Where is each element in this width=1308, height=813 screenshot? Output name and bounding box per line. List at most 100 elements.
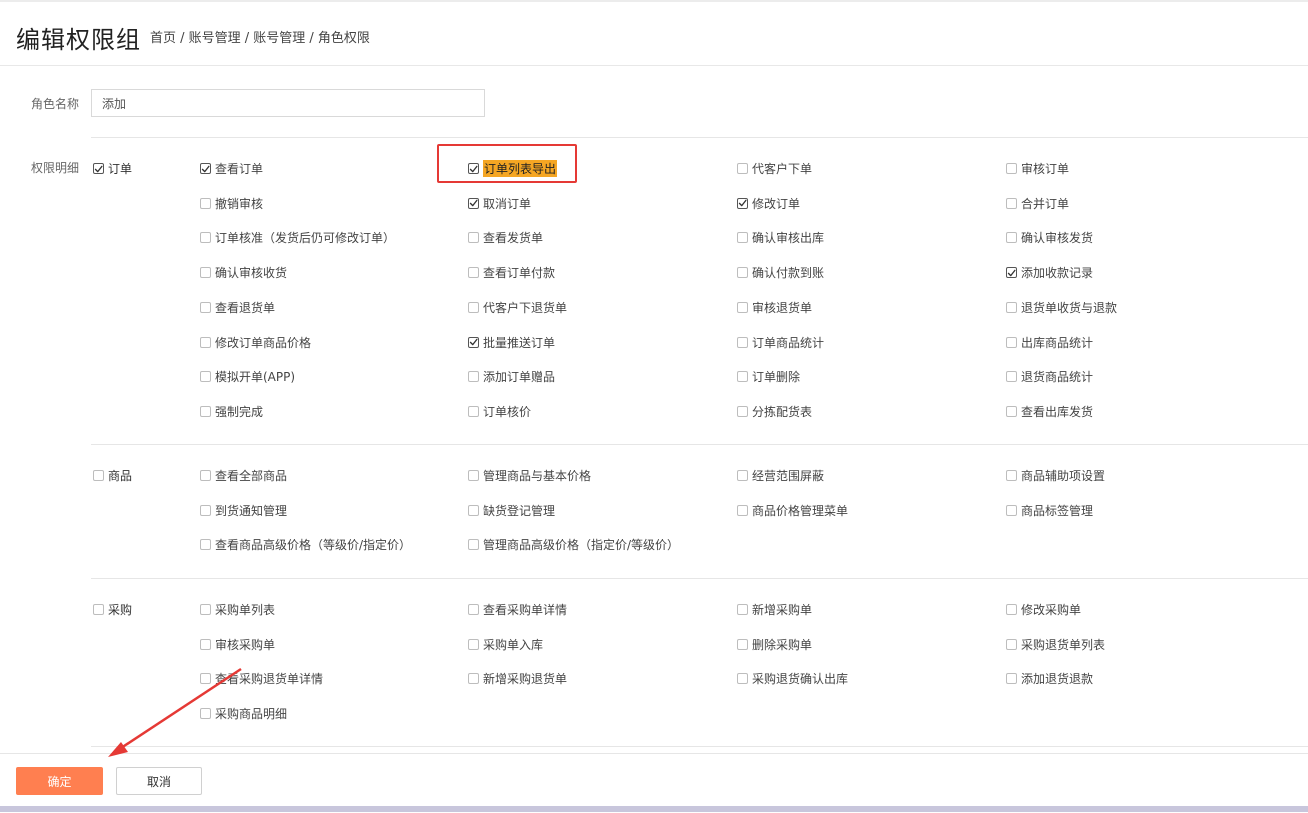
checkbox-empty-icon[interactable] [737, 604, 748, 615]
permission-checkbox[interactable]: 订单列表导出 [468, 160, 558, 177]
checkbox-empty-icon[interactable] [200, 604, 211, 615]
permission-checkbox[interactable]: 查看订单 [200, 160, 263, 177]
permission-checkbox[interactable]: 采购商品明细 [200, 705, 287, 722]
checkbox-empty-icon[interactable] [468, 301, 479, 313]
permission-checkbox[interactable]: 退货单收货与退款 [1006, 299, 1117, 316]
checkbox-empty-icon[interactable] [200, 470, 211, 481]
permission-checkbox[interactable]: 商品价格管理菜单 [737, 502, 848, 519]
checkbox-empty-icon[interactable] [1006, 163, 1017, 174]
checkbox-empty-icon[interactable] [737, 504, 748, 516]
checkbox-empty-icon[interactable] [468, 470, 479, 481]
checkbox-empty-icon[interactable] [737, 673, 748, 685]
permission-checkbox[interactable]: 批量推送订单 [468, 334, 555, 351]
checkbox-empty-icon[interactable] [200, 673, 211, 685]
permission-checkbox[interactable]: 缺货登记管理 [468, 502, 555, 519]
checkbox-empty-icon[interactable] [200, 232, 211, 244]
permission-checkbox[interactable]: 确认审核发货 [1006, 229, 1093, 246]
group-checkbox-product[interactable]: 商品 [93, 467, 132, 484]
checkbox-empty-icon[interactable] [200, 638, 211, 650]
checkbox-checked-icon[interactable] [93, 163, 104, 174]
checkbox-empty-icon[interactable] [737, 232, 748, 244]
checkbox-empty-icon[interactable] [737, 405, 748, 417]
checkbox-empty-icon[interactable] [468, 232, 479, 244]
permission-checkbox[interactable]: 查看商品高级价格（等级价/指定价） [200, 536, 411, 553]
checkbox-empty-icon[interactable] [1006, 638, 1017, 650]
permission-checkbox[interactable]: 查看退货单 [200, 299, 275, 316]
permission-checkbox[interactable]: 修改订单 [737, 195, 800, 212]
permission-checkbox[interactable]: 采购退货确认出库 [737, 670, 848, 687]
permission-checkbox[interactable]: 合并订单 [1006, 195, 1069, 212]
permission-checkbox[interactable]: 删除采购单 [737, 636, 812, 653]
cancel-button[interactable]: 取消 [116, 767, 202, 795]
permission-checkbox[interactable]: 采购单入库 [468, 636, 543, 653]
permission-checkbox[interactable]: 查看全部商品 [200, 467, 287, 484]
permission-checkbox[interactable]: 修改采购单 [1006, 601, 1081, 618]
permission-checkbox[interactable]: 查看订单付款 [468, 264, 555, 281]
checkbox-empty-icon[interactable] [1006, 197, 1017, 209]
checkbox-checked-icon[interactable] [1006, 267, 1017, 279]
checkbox-empty-icon[interactable] [737, 638, 748, 650]
checkbox-empty-icon[interactable] [468, 638, 479, 650]
permission-checkbox[interactable]: 修改订单商品价格 [200, 334, 311, 351]
permission-checkbox[interactable]: 商品辅助项设置 [1006, 467, 1105, 484]
checkbox-checked-icon[interactable] [468, 163, 479, 174]
checkbox-empty-icon[interactable] [468, 267, 479, 279]
checkbox-empty-icon[interactable] [1006, 371, 1017, 383]
permission-checkbox[interactable]: 新增采购退货单 [468, 670, 567, 687]
permission-checkbox[interactable]: 确认付款到账 [737, 264, 824, 281]
checkbox-empty-icon[interactable] [200, 336, 211, 348]
checkbox-empty-icon[interactable] [737, 336, 748, 348]
permission-checkbox[interactable]: 查看出库发货 [1006, 403, 1093, 420]
checkbox-empty-icon[interactable] [200, 301, 211, 313]
checkbox-empty-icon[interactable] [1006, 301, 1017, 313]
permission-checkbox[interactable]: 添加退货退款 [1006, 670, 1093, 687]
permission-checkbox[interactable]: 到货通知管理 [200, 502, 287, 519]
checkbox-empty-icon[interactable] [200, 267, 211, 279]
checkbox-empty-icon[interactable] [200, 371, 211, 383]
permission-checkbox[interactable]: 订单核准（发货后仍可修改订单） [200, 229, 395, 246]
checkbox-empty-icon[interactable] [737, 267, 748, 279]
group-checkbox-order[interactable]: 订单 [93, 160, 132, 177]
checkbox-empty-icon[interactable] [1006, 232, 1017, 244]
permission-checkbox[interactable]: 取消订单 [468, 195, 531, 212]
permission-checkbox[interactable]: 强制完成 [200, 403, 263, 420]
checkbox-checked-icon[interactable] [737, 197, 748, 209]
checkbox-empty-icon[interactable] [200, 197, 211, 209]
permission-checkbox[interactable]: 确认审核出库 [737, 229, 824, 246]
checkbox-checked-icon[interactable] [468, 336, 479, 348]
permission-checkbox[interactable]: 订单删除 [737, 368, 800, 385]
checkbox-checked-icon[interactable] [200, 163, 211, 174]
confirm-button[interactable]: 确定 [16, 767, 103, 795]
permission-checkbox[interactable]: 审核退货单 [737, 299, 812, 316]
checkbox-empty-icon[interactable] [200, 708, 211, 720]
permission-checkbox[interactable]: 管理商品高级价格（指定价/等级价） [468, 536, 679, 553]
permission-checkbox[interactable]: 撤销审核 [200, 195, 263, 212]
checkbox-empty-icon[interactable] [1006, 405, 1017, 417]
checkbox-empty-icon[interactable] [737, 163, 748, 174]
checkbox-empty-icon[interactable] [468, 405, 479, 417]
checkbox-empty-icon[interactable] [1006, 673, 1017, 685]
permission-checkbox[interactable]: 审核采购单 [200, 636, 275, 653]
permission-checkbox[interactable]: 订单商品统计 [737, 334, 824, 351]
checkbox-empty-icon[interactable] [468, 604, 479, 615]
permission-checkbox[interactable]: 查看发货单 [468, 229, 543, 246]
permission-checkbox[interactable]: 查看采购退货单详情 [200, 670, 323, 687]
permission-checkbox[interactable]: 分拣配货表 [737, 403, 812, 420]
checkbox-empty-icon[interactable] [737, 301, 748, 313]
checkbox-empty-icon[interactable] [1006, 470, 1017, 481]
checkbox-empty-icon[interactable] [1006, 504, 1017, 516]
checkbox-empty-icon[interactable] [200, 504, 211, 516]
permission-checkbox[interactable]: 代客户下退货单 [468, 299, 567, 316]
checkbox-empty-icon[interactable] [93, 604, 104, 615]
checkbox-empty-icon[interactable] [1006, 604, 1017, 615]
permission-checkbox[interactable]: 代客户下单 [737, 160, 812, 177]
permission-checkbox[interactable]: 采购退货单列表 [1006, 636, 1105, 653]
permission-checkbox[interactable]: 出库商品统计 [1006, 334, 1093, 351]
checkbox-empty-icon[interactable] [737, 470, 748, 481]
role-name-input[interactable] [91, 89, 485, 117]
checkbox-empty-icon[interactable] [468, 539, 479, 551]
permission-checkbox[interactable]: 管理商品与基本价格 [468, 467, 591, 484]
checkbox-empty-icon[interactable] [1006, 336, 1017, 348]
checkbox-empty-icon[interactable] [468, 371, 479, 383]
permission-checkbox[interactable]: 查看采购单详情 [468, 601, 567, 618]
